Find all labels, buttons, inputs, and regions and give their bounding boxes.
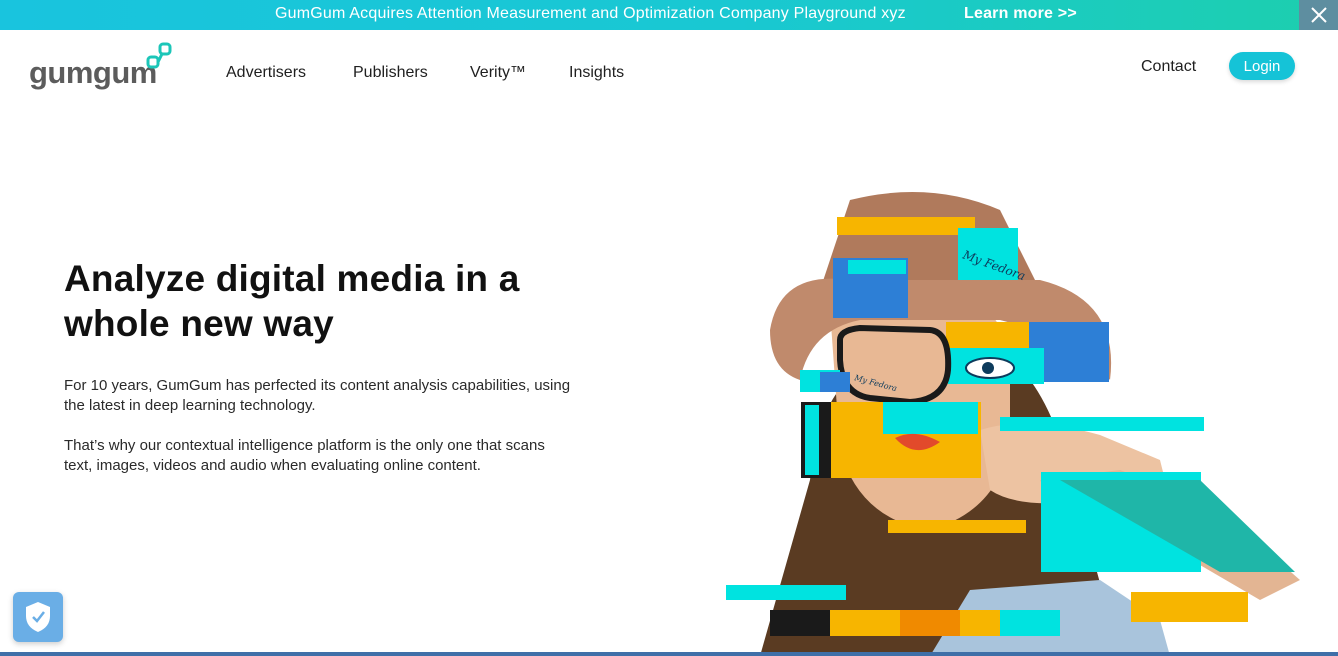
- contact-link[interactable]: Contact: [1141, 58, 1196, 76]
- site-header: gumgum Advertisers Publishers Verity™ In…: [0, 30, 1338, 110]
- overlay-yellow-5: [1131, 592, 1248, 622]
- nav-advertisers[interactable]: Advertisers: [226, 64, 306, 82]
- logo-mark-icon: [146, 42, 172, 69]
- close-icon: [1310, 7, 1327, 23]
- overlay-yellow-4: [888, 520, 1026, 533]
- overlay-bottom-cyan: [1000, 610, 1060, 636]
- hero-illustration: My Fedora My Fedora: [726, 192, 1300, 656]
- nav-verity[interactable]: Verity™: [470, 64, 526, 82]
- overlay-cyan-9: [726, 585, 846, 600]
- announcement-message[interactable]: GumGum Acquires Attention Measurement an…: [275, 5, 906, 23]
- login-button[interactable]: Login: [1229, 52, 1295, 80]
- nav-publishers[interactable]: Publishers: [353, 64, 428, 82]
- overlay-cyan-2: [848, 260, 906, 274]
- close-announcement-button[interactable]: [1299, 0, 1338, 30]
- overlay-cyan-5: [883, 402, 978, 434]
- hero-paragraph-2: That’s why our contextual intelligence p…: [64, 437, 545, 474]
- overlay-yellow-1: [837, 217, 975, 235]
- logo-wordmark: gumgum: [29, 55, 157, 90]
- shield-check-icon: [26, 602, 50, 632]
- eye-pupil: [982, 362, 994, 374]
- taskbar-edge: [0, 652, 1338, 656]
- privacy-shield-button[interactable]: [13, 592, 63, 642]
- gumgum-logo[interactable]: gumgum: [29, 42, 174, 92]
- overlay-bottom-black: [770, 610, 830, 636]
- overlay-cyan-6: [805, 405, 819, 475]
- hero-title: Analyze digital media in a whole new way: [64, 258, 520, 344]
- overlay-cyan-7: [1000, 417, 1204, 431]
- learn-more-link[interactable]: Learn more >>: [964, 5, 1077, 23]
- hero-paragraph-1: For 10 years, GumGum has perfected its c…: [64, 377, 571, 414]
- announcement-bar: GumGum Acquires Attention Measurement an…: [0, 0, 1338, 30]
- nav-insights[interactable]: Insights: [569, 64, 624, 82]
- overlay-blue-3: [820, 372, 850, 392]
- overlay-bottom-orange: [900, 610, 960, 636]
